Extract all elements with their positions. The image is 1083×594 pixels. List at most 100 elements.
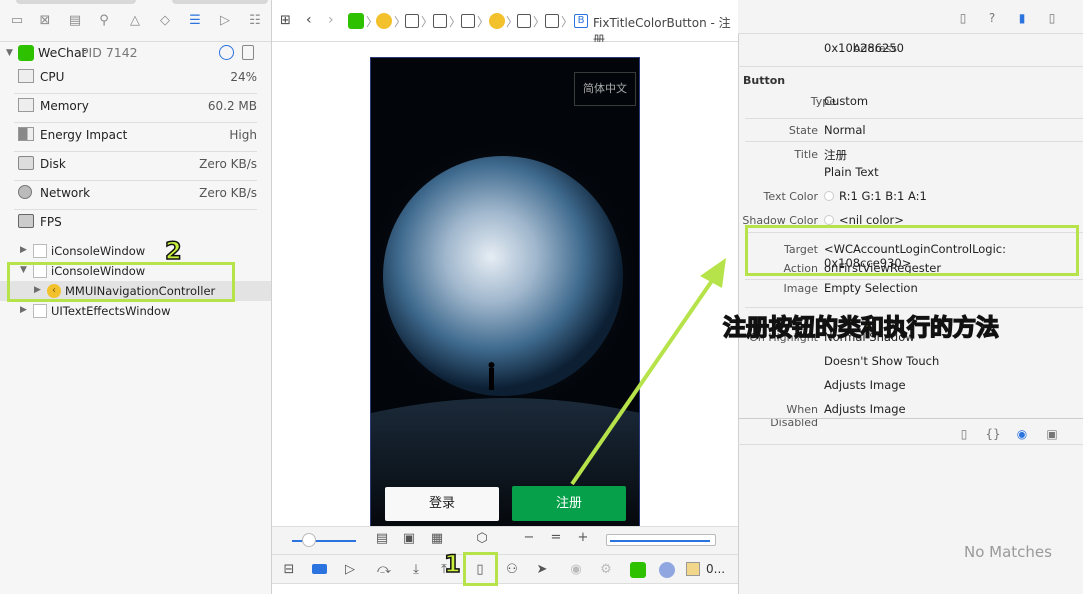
- language-switch-button[interactable]: 简体中文: [574, 72, 636, 106]
- disclosure-expanded-icon[interactable]: ▼: [6, 48, 13, 58]
- disclosure-collapsed-icon[interactable]: ▶: [20, 245, 27, 255]
- prop-label: When Disabled: [770, 403, 818, 429]
- debug-toolbar: ⊟ ▷ ⤼ ⤓ ⤒ ▯ ⚇ ➤ ◉ ⚙ 0...: [272, 554, 738, 584]
- navigator-toolbar: ▭ ⊠ ▤ ⚲ △ ◇ ☰ ▷ ☷: [0, 0, 271, 42]
- network-icon: [18, 185, 32, 199]
- annotation-number-2: 2: [164, 236, 182, 266]
- view-icon: [33, 244, 47, 258]
- settings-gear-icon[interactable]: ⚙: [598, 562, 614, 577]
- gauge-memory[interactable]: Memory 60.2 MB: [14, 94, 257, 123]
- view-icon[interactable]: [545, 14, 559, 28]
- gauge-cpu[interactable]: CPU 24%: [14, 65, 257, 94]
- 3d-orient-icon[interactable]: ⬡: [474, 531, 490, 546]
- prop-value: Plain Text: [824, 165, 879, 179]
- annotation-box-1: [463, 552, 498, 586]
- memory-graph-icon[interactable]: ⚇: [504, 562, 520, 577]
- fps-icon: [18, 214, 34, 228]
- prop-value: Adjusts Image: [824, 402, 906, 416]
- view-controller-icon[interactable]: [489, 13, 505, 29]
- view-icon: [33, 304, 47, 318]
- view-icon[interactable]: [517, 14, 531, 28]
- warning-icon[interactable]: △: [127, 13, 143, 29]
- prop-value: R:1 G:1 B:1 A:1: [839, 189, 927, 203]
- back-arrow-icon[interactable]: ‹: [306, 12, 312, 28]
- object-library-icon[interactable]: ◉: [1014, 426, 1030, 442]
- jump-bar: ⊞ ‹ › 〉 〉 〉 〉 〉 〉 〉 〉 B FixTitleColorBut…: [272, 0, 738, 47]
- tree-row-text-effects-window[interactable]: ▶ UITextEffectsWindow: [0, 301, 271, 321]
- size-inspector-icon[interactable]: ▯: [1044, 10, 1060, 26]
- media-library-icon[interactable]: ▣: [1044, 426, 1060, 442]
- prop-value: Empty Selection: [824, 281, 918, 295]
- continue-icon[interactable]: ▷: [342, 562, 358, 577]
- prop-value: Custom: [824, 94, 869, 108]
- gauge-name: Network: [40, 186, 91, 200]
- thread-icon[interactable]: [659, 562, 675, 578]
- view-hierarchy-icon[interactable]: [242, 45, 254, 60]
- search-icon[interactable]: ⚲: [96, 13, 112, 29]
- view-icon[interactable]: [461, 14, 475, 28]
- button-class-icon[interactable]: B: [574, 14, 588, 28]
- debug-gauge-icon[interactable]: [219, 45, 234, 60]
- gauge-name: Disk: [40, 157, 66, 171]
- spacing-slider-thumb[interactable]: [302, 533, 316, 547]
- annotation-box-2: [7, 262, 235, 302]
- step-over-icon[interactable]: ⤼: [376, 562, 392, 577]
- tree-label: UITextEffectsWindow: [51, 304, 171, 318]
- disk-icon: [18, 156, 34, 170]
- quick-help-icon[interactable]: ?: [984, 10, 1000, 26]
- show-constraints-icon[interactable]: ▣: [401, 531, 417, 546]
- prop-value: 注册: [824, 148, 847, 162]
- prop-value: Adjusts Image: [824, 378, 906, 392]
- frame-icon[interactable]: [686, 562, 700, 576]
- content-mode-icon[interactable]: ▦: [429, 531, 445, 546]
- frame-label: 0...: [706, 562, 726, 576]
- view-icon[interactable]: [405, 14, 419, 28]
- tree-row-iconsolewindow-1[interactable]: ▶ iConsoleWindow: [0, 241, 271, 261]
- annotation-arrow: [570, 258, 726, 486]
- wechat-app-icon[interactable]: [348, 13, 364, 29]
- zoom-out-icon[interactable]: −: [521, 530, 537, 545]
- no-matches-text: No Matches: [964, 543, 1052, 561]
- zoom-in-icon[interactable]: +: [575, 530, 591, 545]
- file-template-icon[interactable]: ▯: [956, 426, 972, 442]
- login-button[interactable]: 登录: [385, 487, 499, 521]
- gauge-network[interactable]: Network Zero KB/s: [14, 181, 257, 210]
- breakpoints-toggle-icon[interactable]: [312, 564, 327, 574]
- step-into-icon[interactable]: ⤓: [408, 562, 424, 577]
- process-row[interactable]: ▼ WeChat PID 7142: [0, 43, 271, 63]
- navigation-controller-icon[interactable]: [376, 13, 392, 29]
- gauge-fps[interactable]: FPS: [14, 210, 257, 239]
- view-icon[interactable]: [433, 14, 447, 28]
- gauge-name: CPU: [40, 70, 65, 84]
- prop-value: Doesn't Show Touch: [824, 354, 940, 368]
- disclosure-collapsed-icon[interactable]: ▶: [20, 305, 27, 315]
- process-name: WeChat: [38, 45, 87, 60]
- breakpoint-icon[interactable]: ▷: [217, 13, 233, 29]
- annotation-box-target-action: [745, 225, 1079, 276]
- gauge-disk[interactable]: Disk Zero KB/s: [14, 152, 257, 181]
- gauge-energy[interactable]: Energy Impact High: [14, 123, 257, 152]
- hierarchy-icon[interactable]: ▤: [67, 13, 83, 29]
- folder-icon[interactable]: ▭: [9, 13, 25, 29]
- source-control-icon[interactable]: ⊠: [37, 13, 53, 29]
- object-inspector-icon[interactable]: ▮: [1014, 10, 1030, 26]
- file-inspector-icon[interactable]: ▯: [955, 10, 971, 26]
- energy-gauge-icon: [18, 127, 34, 141]
- test-icon[interactable]: ◇: [157, 13, 173, 29]
- zoom-reset-icon[interactable]: =: [548, 530, 564, 545]
- simulate-location-icon[interactable]: ➤: [534, 562, 550, 577]
- show-clipped-content-icon[interactable]: ▤: [374, 531, 390, 546]
- forward-arrow-icon[interactable]: ›: [328, 12, 334, 28]
- camera-icon[interactable]: ◉: [568, 562, 584, 577]
- related-items-icon[interactable]: ⊞: [280, 13, 291, 28]
- wechat-app-icon[interactable]: [630, 562, 646, 578]
- prop-value: Normal: [824, 123, 866, 137]
- register-button[interactable]: 注册: [512, 486, 626, 521]
- debug-navigator-icon[interactable]: ☰: [187, 13, 203, 29]
- hide-debug-area-icon[interactable]: ⊟: [281, 562, 297, 577]
- code-snippet-icon[interactable]: {}: [985, 426, 1001, 442]
- gauge-value: Zero KB/s: [199, 186, 257, 200]
- report-icon[interactable]: ☷: [247, 13, 263, 29]
- wechat-app-icon: [18, 45, 34, 61]
- prop-label: Type: [810, 95, 836, 108]
